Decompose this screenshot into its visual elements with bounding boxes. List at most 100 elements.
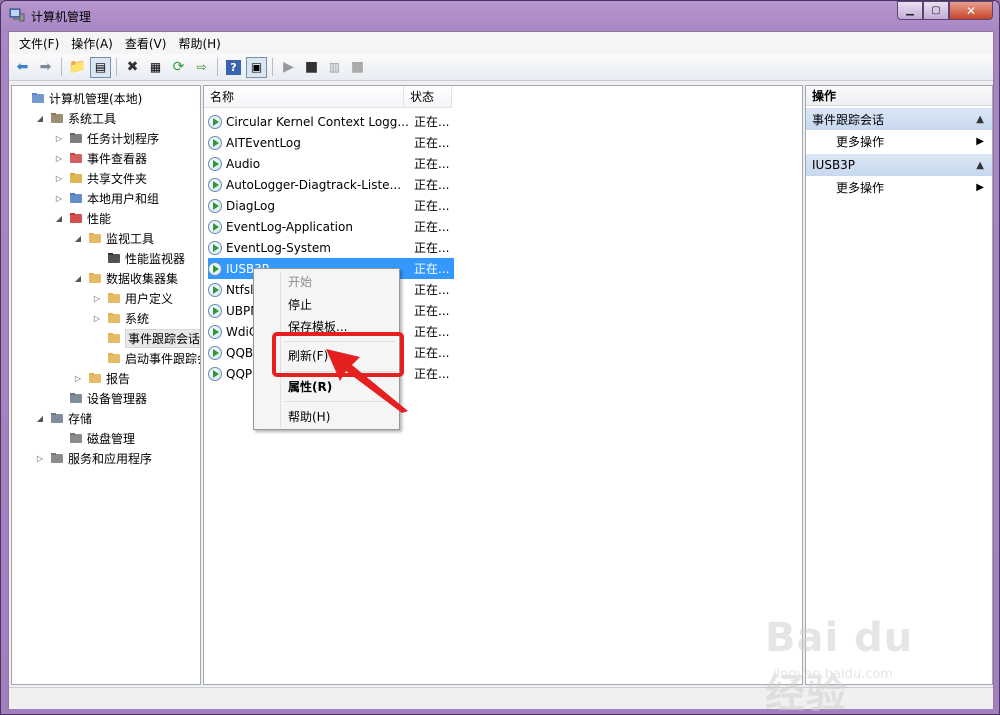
list-cell-name: EventLog-Application	[208, 219, 408, 234]
tree-item[interactable]: 事件跟踪会话	[92, 328, 200, 348]
action-group-event-trace[interactable]: 事件跟踪会话 ▲	[806, 108, 992, 130]
export-list-button[interactable]: ⇨	[191, 57, 212, 78]
folder-icon	[87, 370, 103, 386]
stop-button[interactable]: ■	[301, 57, 322, 78]
trace-session-icon	[208, 156, 222, 171]
session-status: 正在...	[414, 136, 450, 150]
tree-item[interactable]: ◢ 存储	[35, 408, 92, 428]
storage-icon	[49, 410, 65, 426]
collapse-icon[interactable]: ◢	[35, 114, 45, 123]
forward-button[interactable]: ➡	[35, 57, 56, 78]
session-name: Circular Kernel Context Logg...	[226, 114, 408, 129]
session-status: 正在...	[414, 367, 450, 381]
session-status: 正在...	[414, 115, 450, 129]
expand-icon[interactable]: ▷	[54, 194, 64, 203]
trace-session-icon	[208, 366, 222, 381]
menu-bar: 文件(F) 操作(A) 查看(V) 帮助(H)	[9, 32, 993, 54]
up-folder-icon: 📁	[68, 59, 87, 75]
start-button[interactable]: ▶	[278, 57, 299, 78]
tree-item[interactable]: ▷ 共享文件夹	[54, 168, 147, 188]
tree-item[interactable]: ▷ 系统	[92, 308, 149, 328]
close-icon: ✕	[965, 3, 977, 18]
console-tree[interactable]: 计算机管理(本地) ◢ 系统工具 ▷ 任务计划程序 ▷ 事件查看器 ▷ 共享文件夹 ▷ 本地用户和组…	[11, 85, 201, 685]
disabled-stop-button[interactable]: ■	[347, 57, 368, 78]
save-template-button[interactable]: ▥	[324, 57, 345, 78]
list-row[interactable]: Circular Kernel Context Logg... 正在...	[208, 111, 452, 132]
monitor-icon	[106, 250, 122, 266]
list-row[interactable]: EventLog-Application 正在...	[208, 216, 452, 237]
tree-item[interactable]: 启动事件跟踪会话	[92, 348, 200, 368]
collapse-icon[interactable]: ◢	[73, 274, 83, 283]
action-group-iusb3p[interactable]: IUSB3P ▲	[806, 154, 992, 176]
help-button[interactable]: ?	[223, 57, 244, 78]
folder-icon	[106, 310, 122, 326]
folder-icon	[87, 230, 103, 246]
expand-icon[interactable]: ▷	[54, 174, 64, 183]
tree-item[interactable]: ◢ 系统工具	[35, 108, 116, 128]
expand-icon[interactable]: ▷	[54, 154, 64, 163]
list-cell-name: Audio	[208, 156, 408, 171]
tree-item[interactable]: ◢ 监视工具	[73, 228, 154, 248]
tree-item-label: 计算机管理(本地)	[49, 91, 143, 106]
delete-x-icon: ✖	[126, 59, 139, 75]
maximize-button[interactable]: ▢	[923, 1, 949, 20]
event-viewer-icon	[68, 150, 84, 166]
disk-icon	[68, 430, 84, 446]
tree-item[interactable]: 计算机管理(本地)	[16, 88, 142, 108]
expand-icon[interactable]: ▷	[92, 294, 102, 303]
refresh-button[interactable]: ⟳	[168, 57, 189, 78]
minimize-button[interactable]: ▁	[897, 1, 923, 20]
tree-item[interactable]: ▷ 任务计划程序	[54, 128, 159, 148]
expand-icon[interactable]: ▷	[35, 454, 45, 463]
title-bar[interactable]: 计算机管理 ▁ ▢ ✕	[1, 1, 999, 31]
tree-item-label: 共享文件夹	[87, 171, 148, 186]
folder-icon	[106, 350, 122, 366]
collapse-icon[interactable]: ◢	[73, 234, 83, 243]
collapse-icon[interactable]: ◢	[54, 214, 64, 223]
menu-view[interactable]: 查看(V)	[119, 35, 173, 52]
expand-icon[interactable]: ▷	[92, 314, 102, 323]
close-button[interactable]: ✕	[949, 1, 993, 20]
menu-action[interactable]: 操作(A)	[65, 35, 119, 52]
menu-help[interactable]: 帮助(H)	[172, 35, 226, 52]
up-folder-button[interactable]: 📁	[67, 57, 88, 78]
list-row[interactable]: DiagLog 正在...	[208, 195, 452, 216]
show-tree-button[interactable]: ▤	[90, 56, 111, 78]
tree-item[interactable]: ◢ 性能	[54, 208, 111, 228]
shared-folder-icon	[68, 170, 84, 186]
trace-session-icon	[208, 240, 222, 255]
tree-item[interactable]: 磁盘管理	[54, 428, 135, 448]
tree-item[interactable]: 性能监视器	[92, 248, 185, 268]
list-row[interactable]: EventLog-System 正在...	[208, 237, 452, 258]
tree-item[interactable]: ▷ 报告	[73, 368, 130, 388]
tree-item[interactable]: ▷ 事件查看器	[54, 148, 147, 168]
menu-item-start[interactable]: 开始	[288, 270, 312, 292]
menu-item-stop[interactable]: 停止	[288, 293, 312, 315]
column-header-status[interactable]: 状态	[404, 86, 452, 108]
more-actions-item[interactable]: 更多操作 ▶	[806, 130, 992, 152]
more-actions-item[interactable]: 更多操作 ▶	[806, 176, 992, 198]
tree-item-label: 磁盘管理	[87, 431, 136, 446]
list-row[interactable]: AutoLogger-Diagtrack-Liste... 正在...	[208, 174, 452, 195]
tree-item[interactable]: ▷ 服务和应用程序	[35, 448, 152, 468]
column-header-name[interactable]: 名称	[204, 86, 404, 108]
tree-item[interactable]: ▷ 本地用户和组	[54, 188, 159, 208]
menu-file[interactable]: 文件(F)	[13, 35, 65, 52]
session-status: 正在...	[414, 262, 450, 276]
tree-item[interactable]: ▷ 用户定义	[92, 288, 173, 308]
expand-icon[interactable]: ▷	[54, 134, 64, 143]
window-title: 计算机管理	[31, 10, 92, 24]
show-action-pane-button[interactable]: ▣	[246, 56, 267, 78]
list-row[interactable]: AITEventLog 正在...	[208, 132, 452, 153]
tree-item[interactable]: 设备管理器	[54, 388, 147, 408]
collapse-up-icon: ▲	[976, 113, 984, 125]
back-button[interactable]: ⬅	[12, 57, 33, 78]
tree-item[interactable]: ◢ 数据收集器集	[73, 268, 178, 288]
toolbar-separator	[272, 58, 273, 76]
delete-button[interactable]: ✖	[122, 57, 143, 78]
properties-button[interactable]: ▦	[145, 57, 166, 78]
collapse-icon[interactable]: ◢	[35, 414, 45, 423]
list-row[interactable]: Audio 正在...	[208, 153, 452, 174]
expand-icon[interactable]: ▷	[73, 374, 83, 383]
tree-item-label: 启动事件跟踪会话	[125, 351, 200, 366]
